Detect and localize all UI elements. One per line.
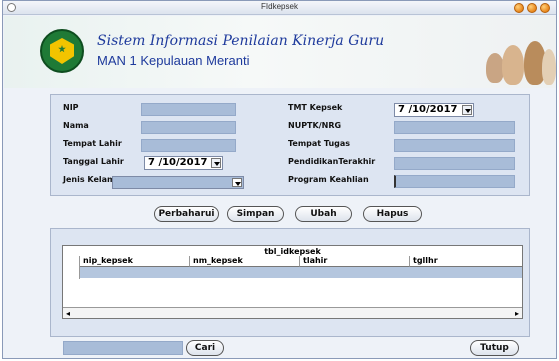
nip-field[interactable]	[141, 103, 236, 116]
nama-field[interactable]	[141, 121, 236, 134]
maximize-button[interactable]	[527, 3, 537, 13]
app-title: Sistem Informasi Penilaian Kinerja Guru	[97, 33, 385, 49]
chevron-down-icon[interactable]	[211, 158, 221, 168]
school-name: MAN 1 Kepulauan Meranti	[97, 53, 250, 68]
row-header	[63, 256, 80, 279]
column-header[interactable]: nm_kepsek	[190, 256, 300, 267]
nuptk-label: NUPTK/NRG	[288, 121, 342, 130]
simpan-button[interactable]: Simpan	[227, 206, 284, 222]
perbaharui-button[interactable]: Perbaharui	[154, 206, 219, 222]
app-window: FIdkepsek Sistem Informasi Penilaian Kin…	[2, 0, 557, 359]
search-input[interactable]	[63, 341, 183, 355]
school-logo-icon	[40, 29, 84, 73]
cari-button[interactable]: Cari	[186, 340, 224, 356]
window-title: FIdkepsek	[261, 2, 298, 11]
jenis-kelamin-select[interactable]	[112, 176, 244, 189]
tanggal-lahir-datepicker[interactable]: 7 /10/2017	[144, 156, 223, 170]
data-grid[interactable]: tbl_idkepsek nip_kepsek nm_kepsek tlahir…	[62, 245, 523, 319]
table-row[interactable]	[80, 267, 522, 278]
chevron-down-icon[interactable]	[232, 178, 242, 187]
table-title: tbl_idkepsek	[264, 247, 321, 256]
pendidikan-label: PendidikanTerakhir	[288, 157, 376, 166]
hapus-button[interactable]: Hapus	[363, 206, 422, 222]
tempat-tugas-label: Tempat Tugas	[288, 139, 351, 148]
tmt-kepsek-label: TMT Kepsek	[288, 103, 343, 112]
horizontal-scrollbar[interactable]: ◂ ▸	[63, 307, 522, 318]
column-header[interactable]: nip_kepsek	[80, 256, 190, 267]
title-bar: FIdkepsek	[3, 1, 556, 15]
scroll-right-icon[interactable]: ▸	[515, 309, 519, 318]
tempat-lahir-label: Tempat Lahir	[63, 139, 122, 148]
nip-label: NIP	[63, 103, 79, 112]
tanggal-lahir-label: Tanggal Lahir	[63, 157, 124, 166]
chevron-down-icon[interactable]	[462, 105, 472, 115]
tmt-kepsek-value: 7 /10/2017	[398, 104, 458, 115]
teachers-photo	[482, 39, 556, 87]
close-button[interactable]	[540, 3, 550, 13]
nama-label: Nama	[63, 121, 89, 130]
pendidikan-field[interactable]	[394, 157, 515, 170]
minimize-button[interactable]	[514, 3, 524, 13]
tutup-button[interactable]: Tutup	[470, 340, 519, 356]
app-header: Sistem Informasi Penilaian Kinerja Guru …	[4, 16, 556, 88]
program-keahlian-label: Program Keahlian	[288, 175, 369, 184]
form-panel: NIP Nama Tempat Lahir Tanggal Lahir 7 /1…	[50, 94, 530, 196]
ubah-button[interactable]: Ubah	[295, 206, 352, 222]
tanggal-lahir-value: 7 /10/2017	[148, 157, 208, 168]
grid-panel: tbl_idkepsek nip_kepsek nm_kepsek tlahir…	[50, 228, 530, 337]
column-header[interactable]: tlahir	[300, 256, 410, 267]
program-keahlian-field[interactable]	[394, 175, 515, 188]
column-header[interactable]: tgllhr	[410, 256, 522, 267]
tempat-lahir-field[interactable]	[141, 139, 236, 152]
scroll-left-icon[interactable]: ◂	[66, 309, 70, 318]
nuptk-field[interactable]	[394, 121, 515, 134]
tmt-kepsek-datepicker[interactable]: 7 /10/2017	[394, 103, 474, 117]
tempat-tugas-field[interactable]	[394, 139, 515, 152]
